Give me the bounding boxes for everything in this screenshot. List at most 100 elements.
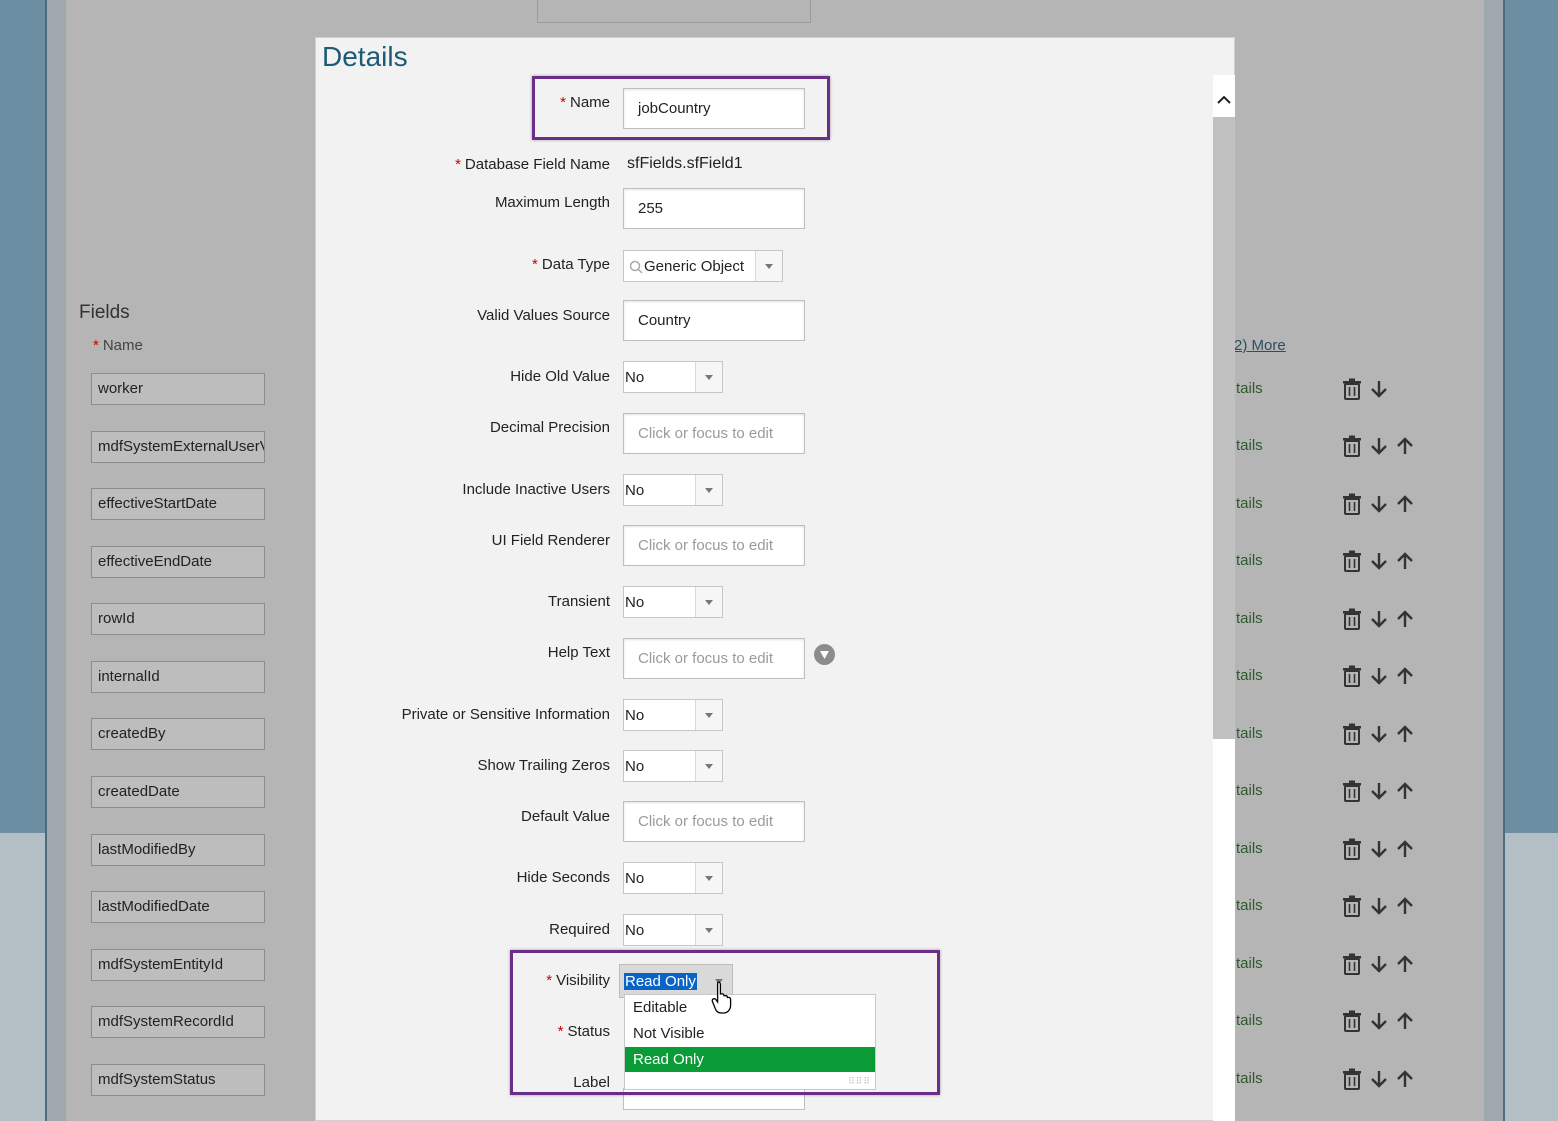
trash-icon[interactable] xyxy=(1342,780,1362,802)
chevron-down-icon[interactable] xyxy=(695,863,722,893)
scrollbar-thumb[interactable] xyxy=(1213,117,1235,739)
arrow-up-icon[interactable] xyxy=(1396,954,1414,974)
chevron-down-icon[interactable] xyxy=(695,475,722,505)
arrow-up-icon[interactable] xyxy=(1396,839,1414,859)
status-label-text: Status xyxy=(567,1023,610,1040)
name-input[interactable]: jobCountry xyxy=(623,88,805,129)
arrow-down-icon[interactable] xyxy=(1370,1069,1388,1089)
chevron-down-icon[interactable] xyxy=(755,251,782,281)
chevron-down-icon[interactable] xyxy=(695,700,722,730)
ui-field-renderer-label: UI Field Renderer xyxy=(491,532,610,549)
arrow-down-icon[interactable] xyxy=(1370,896,1388,916)
chevron-down-icon[interactable] xyxy=(695,915,722,945)
arrow-up-icon[interactable] xyxy=(1396,494,1414,514)
arrow-down-icon[interactable] xyxy=(1370,724,1388,744)
arrow-up-icon[interactable] xyxy=(1396,666,1414,686)
scroll-up-icon[interactable] xyxy=(1213,88,1235,112)
details-link[interactable]: tails xyxy=(1236,897,1263,914)
valid-values-source-input[interactable]: Country xyxy=(623,300,805,341)
chevron-down-icon[interactable] xyxy=(695,362,722,392)
chevron-down-icon[interactable] xyxy=(695,587,722,617)
decimal-precision-input[interactable]: Click or focus to edit xyxy=(623,413,805,454)
chevron-down-icon[interactable] xyxy=(695,751,722,781)
details-link[interactable]: tails xyxy=(1236,725,1263,742)
arrow-down-icon[interactable] xyxy=(1370,379,1388,399)
field-name-input[interactable]: mdfSystemRecordId xyxy=(91,1006,265,1038)
details-link[interactable]: tails xyxy=(1236,437,1263,454)
required-marker: * xyxy=(93,337,99,354)
arrow-up-icon[interactable] xyxy=(1396,551,1414,571)
transient-select[interactable]: No xyxy=(623,586,723,618)
translate-icon[interactable] xyxy=(814,644,835,665)
trash-icon[interactable] xyxy=(1342,550,1362,572)
arrow-up-icon[interactable] xyxy=(1396,1069,1414,1089)
trash-icon[interactable] xyxy=(1342,493,1362,515)
maximum-length-input[interactable]: 255 xyxy=(623,188,805,229)
field-name-input[interactable]: createdDate xyxy=(91,776,265,808)
hide-old-value-select[interactable]: No xyxy=(623,361,723,393)
details-link[interactable]: tails xyxy=(1236,955,1263,972)
trash-icon[interactable] xyxy=(1342,1068,1362,1090)
dropdown-option-editable[interactable]: Editable xyxy=(625,995,875,1020)
help-text-input[interactable]: Click or focus to edit xyxy=(623,638,805,679)
default-value-input[interactable]: Click or focus to edit xyxy=(623,801,805,842)
details-link[interactable]: tails xyxy=(1236,840,1263,857)
arrow-up-icon[interactable] xyxy=(1396,896,1414,916)
field-name-input[interactable]: rowId xyxy=(91,603,265,635)
arrow-down-icon[interactable] xyxy=(1370,436,1388,456)
field-name-input[interactable]: mdfSystemEntityId xyxy=(91,949,265,981)
trash-icon[interactable] xyxy=(1342,1010,1362,1032)
field-name-input[interactable]: effectiveStartDate xyxy=(91,488,265,520)
dropdown-option-not-visible[interactable]: Not Visible xyxy=(625,1021,875,1046)
trash-icon[interactable] xyxy=(1342,435,1362,457)
ui-field-renderer-input[interactable]: Click or focus to edit xyxy=(623,525,805,566)
trash-icon[interactable] xyxy=(1342,895,1362,917)
field-name-input[interactable]: createdBy xyxy=(91,718,265,750)
arrow-up-icon[interactable] xyxy=(1396,781,1414,801)
details-link[interactable]: tails xyxy=(1236,552,1263,569)
hide-seconds-select[interactable]: No xyxy=(623,862,723,894)
details-link[interactable]: tails xyxy=(1236,1012,1263,1029)
trash-icon[interactable] xyxy=(1342,378,1362,400)
private-sensitive-select[interactable]: No xyxy=(623,699,723,731)
arrow-down-icon[interactable] xyxy=(1370,954,1388,974)
data-type-select[interactable]: Generic Object xyxy=(623,250,783,282)
arrow-down-icon[interactable] xyxy=(1370,666,1388,686)
more-link[interactable]: 2) More xyxy=(1234,337,1286,354)
arrow-up-icon[interactable] xyxy=(1396,436,1414,456)
details-link[interactable]: tails xyxy=(1236,1070,1263,1087)
arrow-down-icon[interactable] xyxy=(1370,551,1388,571)
show-trailing-zeros-select[interactable]: No xyxy=(623,750,723,782)
include-inactive-users-select[interactable]: No xyxy=(623,474,723,506)
field-name-input[interactable]: mdfSystemExternalUserV xyxy=(91,431,265,463)
details-link[interactable]: tails xyxy=(1236,610,1263,627)
trash-icon[interactable] xyxy=(1342,723,1362,745)
field-name-input[interactable]: worker xyxy=(91,373,265,405)
arrow-down-icon[interactable] xyxy=(1370,839,1388,859)
arrow-down-icon[interactable] xyxy=(1370,781,1388,801)
field-name-input[interactable]: lastModifiedBy xyxy=(91,834,265,866)
hide-seconds-value: No xyxy=(625,870,645,887)
field-name-input[interactable]: internalId xyxy=(91,661,265,693)
trash-icon[interactable] xyxy=(1342,838,1362,860)
details-link[interactable]: tails xyxy=(1236,495,1263,512)
resize-grip-icon[interactable]: ⠿⠿⠿ xyxy=(848,1076,871,1087)
arrow-up-icon[interactable] xyxy=(1396,1011,1414,1031)
label-input[interactable] xyxy=(623,1088,805,1110)
details-link[interactable]: tails xyxy=(1236,782,1263,799)
arrow-down-icon[interactable] xyxy=(1370,494,1388,514)
field-name-input[interactable]: effectiveEndDate xyxy=(91,546,265,578)
details-link[interactable]: tails xyxy=(1236,380,1263,397)
field-name-input[interactable]: mdfSystemStatus xyxy=(91,1064,265,1096)
arrow-up-icon[interactable] xyxy=(1396,609,1414,629)
arrow-up-icon[interactable] xyxy=(1396,724,1414,744)
trash-icon[interactable] xyxy=(1342,665,1362,687)
field-name-input[interactable]: lastModifiedDate xyxy=(91,891,265,923)
dropdown-option-read-only[interactable]: Read Only xyxy=(625,1047,875,1072)
required-select[interactable]: No xyxy=(623,914,723,946)
trash-icon[interactable] xyxy=(1342,608,1362,630)
details-link[interactable]: tails xyxy=(1236,667,1263,684)
arrow-down-icon[interactable] xyxy=(1370,609,1388,629)
trash-icon[interactable] xyxy=(1342,953,1362,975)
arrow-down-icon[interactable] xyxy=(1370,1011,1388,1031)
